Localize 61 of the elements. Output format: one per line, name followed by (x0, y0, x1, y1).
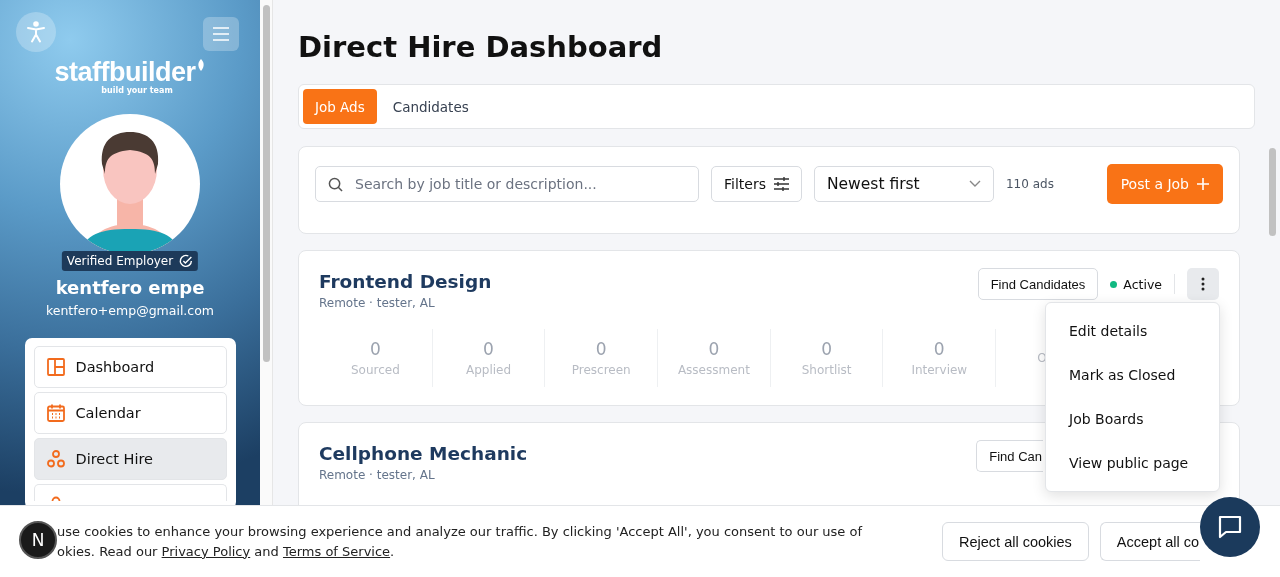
sort-dropdown[interactable]: Newest first (813, 166, 994, 202)
layout-icon (45, 357, 66, 377)
menu-item[interactable]: Job Boards (1046, 397, 1219, 441)
cookie-text: use cookies to enhance your browsing experience and analyze our traffic. By clicking 'Accept All', you consent to our use of okies. Read our Privacy Policy and Terms of Service. (57, 522, 864, 561)
find-candidates-button[interactable]: Find Can (976, 440, 1043, 472)
accessibility-icon (26, 21, 46, 43)
user-name: kentfero empe (55, 277, 205, 298)
stat-label: Assessment (677, 363, 750, 377)
menu-item[interactable]: View public page (1046, 441, 1219, 485)
job-title: Cellphone Mechanic (319, 443, 528, 464)
stat-label: Shortlist (801, 363, 852, 377)
stat-label: Sourced (350, 363, 400, 377)
check-circle-icon (179, 254, 194, 268)
page-title: Direct Hire Dashboard (298, 30, 664, 66)
filters-button[interactable]: Filters (711, 166, 802, 202)
menu-item[interactable]: Edit details (1046, 309, 1219, 353)
stat-value: 0 (595, 339, 607, 359)
status-text: Active (1123, 276, 1162, 292)
menu-icon (213, 27, 229, 41)
search-icon (328, 176, 343, 192)
stat-label: Interview (911, 363, 968, 377)
sidebar-item[interactable]: Direct Hire (33, 438, 227, 480)
user-email: kentfero+emp@gmail.com (45, 303, 215, 318)
stat-value: 0 (369, 339, 381, 359)
find-candidates-button[interactable]: Find Candidates (977, 268, 1099, 300)
plus-icon (1197, 178, 1209, 190)
search-input[interactable]: Search by job title or description... (353, 175, 698, 193)
tab[interactable]: Candidates (380, 89, 481, 124)
sidebar-item[interactable] (33, 484, 227, 501)
job-location: Remote · tester, AL (319, 468, 436, 482)
sidebar-item[interactable]: Dashboard (33, 346, 227, 388)
stat-label: Applied (465, 363, 512, 377)
leaf-icon (195, 58, 206, 72)
privacy-link[interactable]: Privacy Policy (161, 543, 251, 559)
chevron-down-icon (968, 180, 981, 188)
sliders-icon (773, 177, 789, 191)
more-vertical-icon (1201, 277, 1205, 291)
stat-value: 0 (821, 339, 832, 359)
stat-value: 0 (708, 339, 720, 359)
stat-value: 0 (483, 339, 494, 359)
scrollbar-thumb[interactable] (1269, 148, 1276, 236)
reject-cookies-button[interactable]: Reject all cookies (942, 522, 1089, 561)
chat-icon (1216, 513, 1244, 541)
accessibility-button[interactable] (16, 12, 56, 52)
scrollbar-thumb[interactable] (263, 5, 270, 362)
logo-text: staffbuilder (54, 58, 196, 86)
search-field[interactable]: Search by job title or description... (315, 166, 699, 202)
stat-label: Prescreen (571, 363, 631, 377)
job-location: Remote · tester, AL (319, 296, 436, 310)
people-icon (45, 449, 66, 469)
menu-button[interactable] (203, 17, 239, 51)
stat-value: 0 (933, 339, 945, 359)
more-button[interactable] (1187, 268, 1219, 300)
menu-item[interactable]: Mark as Closed (1046, 353, 1219, 397)
accept-cookies-button[interactable]: Accept all co (1099, 522, 1201, 561)
job-title: Frontend Design (319, 271, 492, 292)
logo-tagline: build your team (101, 86, 173, 96)
calendar-icon (45, 403, 66, 423)
ads-count: 110 ads (1005, 177, 1054, 191)
sidebar-item[interactable]: Calendar (33, 392, 227, 434)
badge-label: Verified Employer (66, 254, 174, 268)
